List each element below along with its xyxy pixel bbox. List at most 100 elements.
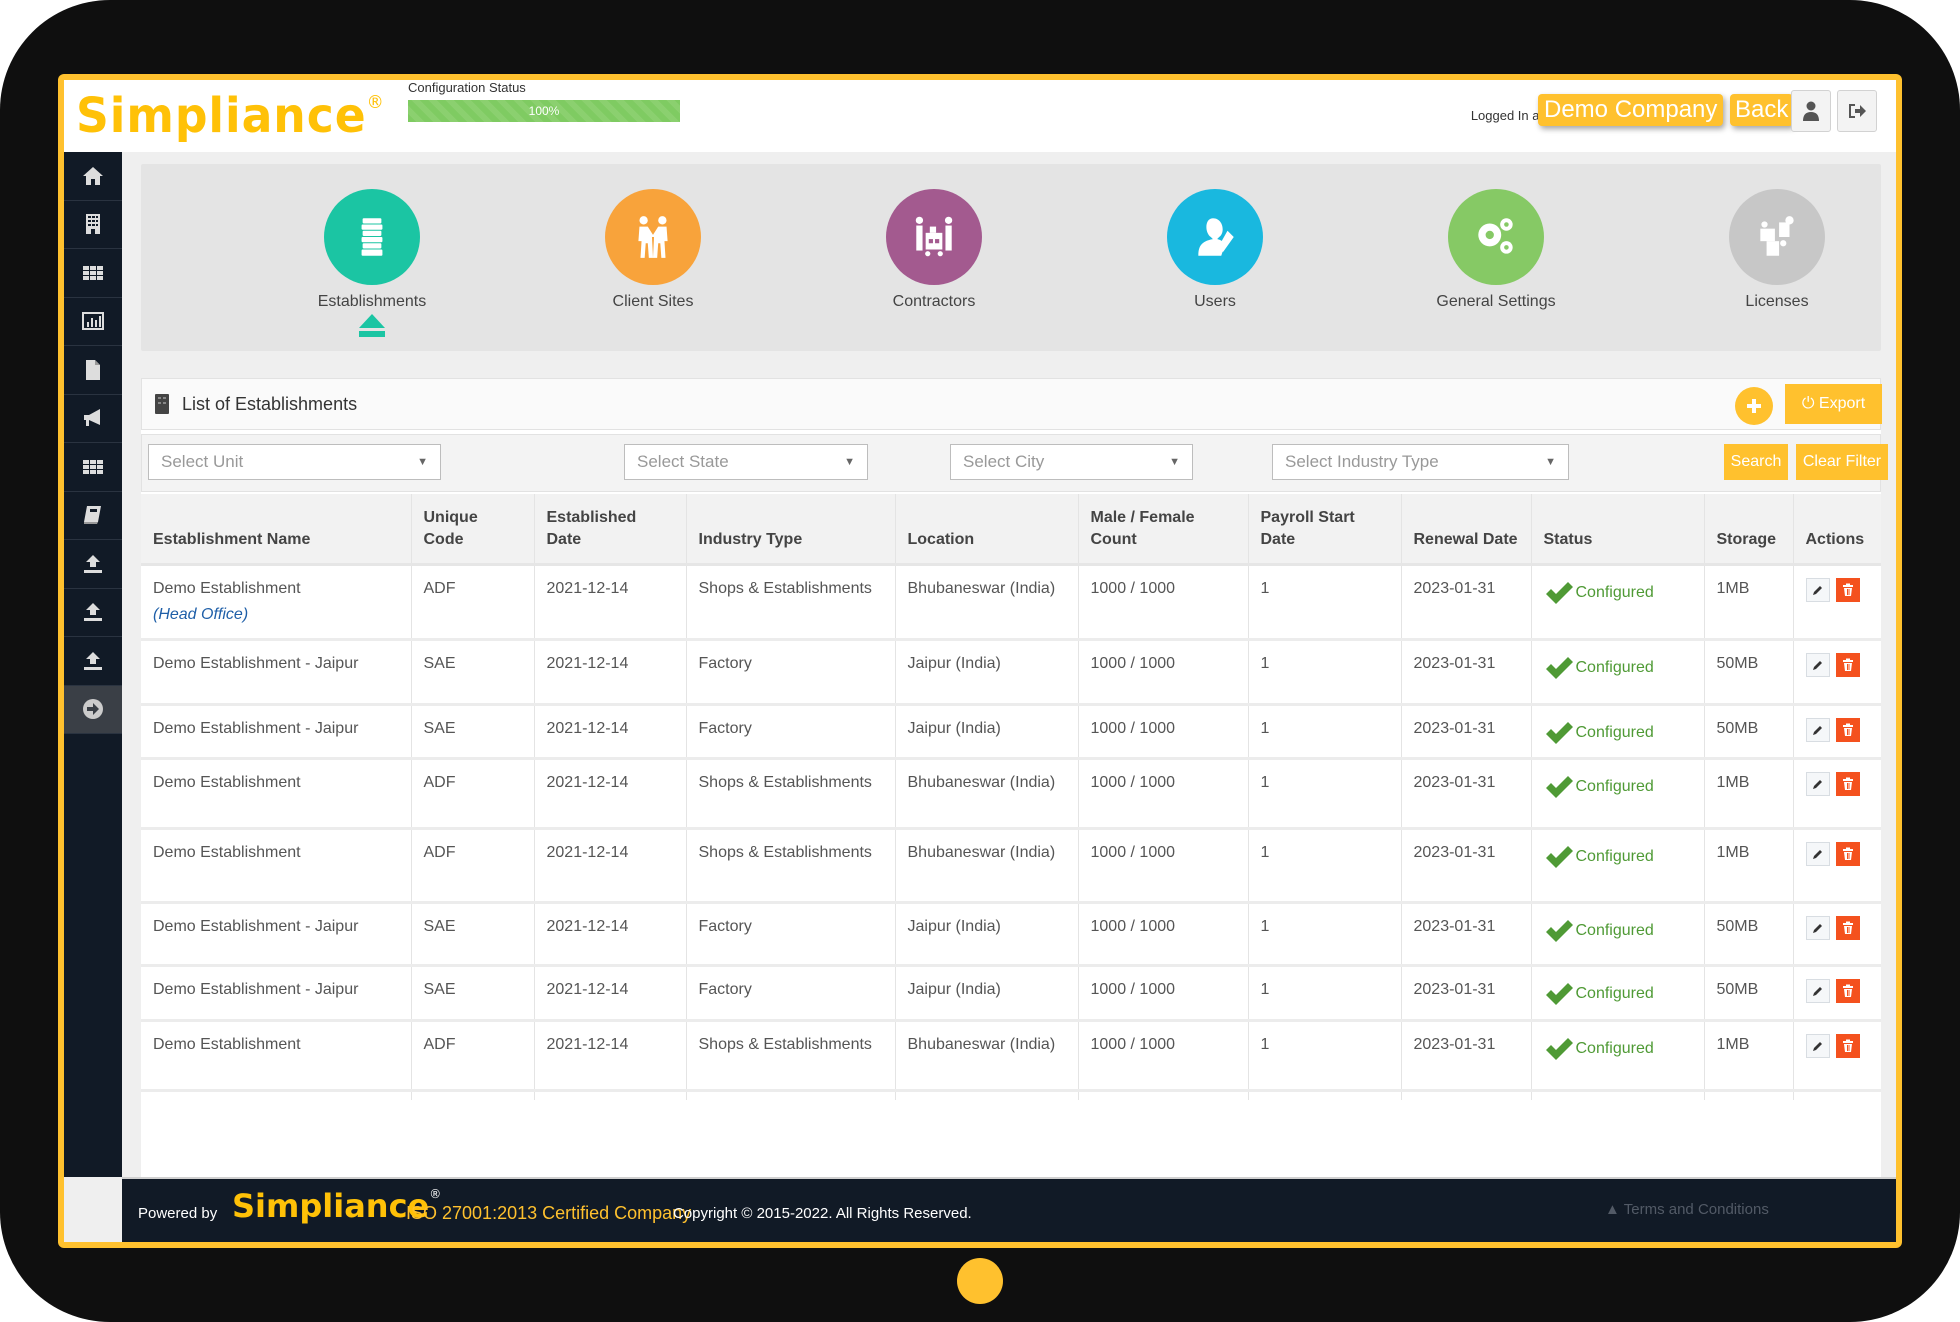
- establishment-name[interactable]: Demo Establishment (Head Office): [141, 564, 411, 641]
- table-row[interactable]: Demo Establishment - Jaipur SAE 2021-12-14…: [141, 902, 1881, 967]
- column-header[interactable]: Status: [1530, 494, 1704, 566]
- logout-button[interactable]: [1837, 90, 1877, 132]
- column-header[interactable]: Established Date: [533, 494, 686, 566]
- module-general-settings[interactable]: General Settings: [1396, 164, 1596, 351]
- column-header[interactable]: Unique Code: [410, 494, 534, 566]
- sidebar-item-4[interactable]: [64, 346, 122, 395]
- back-button[interactable]: Back: [1730, 94, 1794, 126]
- select-industry-type[interactable]: Select Industry Type ▼: [1272, 444, 1569, 480]
- table-row[interactable]: Demo Establishment - Jaipur SAE 2021-12-14…: [141, 965, 1881, 1022]
- delete-button[interactable]: [1835, 841, 1860, 866]
- sidebar-item-6[interactable]: [64, 443, 122, 492]
- sidebar-item-0[interactable]: [64, 152, 122, 201]
- establishment-name-text[interactable]: Demo Establishment: [153, 840, 399, 866]
- table-row[interactable]: Demo Establishment ADF 2021-12-14 Shops & E…: [141, 1020, 1881, 1092]
- company-name-button[interactable]: Demo Company: [1538, 94, 1724, 126]
- module-establishments[interactable]: Establishments: [272, 164, 472, 351]
- storage-text: 1MB: [1716, 579, 1750, 597]
- delete-button[interactable]: [1835, 915, 1860, 940]
- export-button[interactable]: ⏻ Export: [1785, 384, 1882, 424]
- delete-button[interactable]: [1835, 717, 1860, 742]
- establishment-name-text[interactable]: Demo Establishment - Jaipur: [153, 977, 399, 1003]
- list-header: List of Establishments ⏻ Export: [141, 378, 1882, 430]
- male-female-count: 1000 / 1000: [1077, 639, 1248, 706]
- establishment-name[interactable]: Demo Establishment: [141, 828, 411, 904]
- column-header[interactable]: Storage: [1703, 494, 1793, 566]
- column-header[interactable]: Establishment Name: [141, 494, 411, 566]
- column-header[interactable]: Renewal Date: [1400, 494, 1531, 566]
- column-header[interactable]: Location: [894, 494, 1078, 566]
- module-circle: [886, 189, 982, 285]
- edit-button[interactable]: [1805, 771, 1830, 796]
- list-title: List of Establishments: [182, 394, 358, 414]
- terms-link[interactable]: ▲ Terms and Conditions: [1605, 1201, 1769, 1218]
- establishment-name-text[interactable]: Demo Establishment: [153, 576, 399, 602]
- establishment-name-text[interactable]: Demo Establishment: [153, 770, 399, 796]
- select-state[interactable]: Select State ▼: [624, 444, 868, 480]
- column-header[interactable]: Male / Female Count: [1077, 494, 1248, 566]
- location-text: Bhubaneswar (India): [907, 843, 1056, 861]
- establishment-name-text[interactable]: Demo Establishment: [153, 1032, 399, 1058]
- simpliance-logo[interactable]: Simpliance®: [76, 88, 385, 144]
- actions: [1792, 704, 1881, 760]
- column-header[interactable]: Actions: [1792, 494, 1881, 566]
- edit-button[interactable]: [1805, 915, 1830, 940]
- table-row[interactable]: Demo Establishment - Jaipur SAE 2021-12-14…: [141, 704, 1881, 760]
- clear-filter-button[interactable]: Clear Filter: [1796, 444, 1888, 480]
- edit-button[interactable]: [1805, 841, 1830, 866]
- renewal-date: 2023-01-31: [1400, 828, 1531, 904]
- establishment-name[interactable]: Demo Establishment - Jaipur: [141, 965, 411, 1022]
- edit-button[interactable]: [1805, 978, 1830, 1003]
- delete-button[interactable]: [1835, 1033, 1860, 1058]
- module-users[interactable]: Users: [1115, 164, 1315, 351]
- sidebar-item-11[interactable]: [64, 685, 122, 734]
- tablet-home-button[interactable]: [957, 1258, 1003, 1304]
- sidebar-item-7[interactable]: [64, 492, 122, 540]
- establishment-name[interactable]: Demo Establishment: [141, 758, 411, 830]
- delete-button[interactable]: [1835, 652, 1860, 677]
- edit-button[interactable]: [1805, 1033, 1830, 1058]
- sidebar-item-8[interactable]: [64, 540, 122, 589]
- edit-button[interactable]: [1805, 717, 1830, 742]
- delete-button[interactable]: [1835, 978, 1860, 1003]
- module-licenses[interactable]: Licenses: [1677, 164, 1877, 351]
- sidebar-item-2[interactable]: [64, 249, 122, 298]
- establishment-name[interactable]: Demo Establishment - Jaipur: [141, 639, 411, 706]
- industry-type-text: Shops & Establishments: [698, 773, 872, 791]
- establishments-table: Establishment Name Unique Code Established…: [141, 494, 1881, 1100]
- search-button[interactable]: Search: [1724, 444, 1788, 480]
- select-unit[interactable]: Select Unit ▼: [148, 444, 441, 480]
- establishment-name[interactable]: Demo Establishment - Jaipur: [141, 902, 411, 967]
- table-row[interactable]: Demo Establishment (Head Office) ADF 2021-1…: [141, 564, 1881, 641]
- delete-button[interactable]: [1835, 771, 1860, 796]
- establishment-name-text[interactable]: Demo Establishment - Jaipur: [153, 914, 399, 940]
- table-row[interactable]: Demo Establishment ADF 2021-12-14 Shops & E…: [141, 828, 1881, 904]
- sidebar-item-10[interactable]: [64, 637, 122, 686]
- establishment-name[interactable]: Demo Establishment - Jaipur: [141, 704, 411, 760]
- payroll-start-date-text: 1: [1260, 579, 1270, 597]
- status: Configured: [1530, 902, 1704, 967]
- module-label: Licenses: [1745, 293, 1809, 310]
- establishment-name-text[interactable]: Demo Establishment - Jaipur: [153, 716, 399, 742]
- column-header[interactable]: Industry Type: [685, 494, 895, 566]
- table-row[interactable]: Demo Establishment - Jaipur SAE 2021-12-14…: [141, 639, 1881, 706]
- selected-caret-icon: [359, 314, 385, 337]
- sidebar-item-1[interactable]: [64, 201, 122, 249]
- empty-cell: [410, 1090, 534, 1100]
- edit-button[interactable]: [1805, 652, 1830, 677]
- head-office-tag: (Head Office): [153, 605, 249, 623]
- sidebar-item-5[interactable]: [64, 395, 122, 443]
- delete-button[interactable]: [1835, 577, 1860, 602]
- sidebar-item-3[interactable]: [64, 298, 122, 346]
- select-city[interactable]: Select City ▼: [950, 444, 1193, 480]
- establishment-name[interactable]: Demo Establishment: [141, 1020, 411, 1092]
- edit-button[interactable]: [1805, 577, 1830, 602]
- module-client-sites[interactable]: Client Sites: [553, 164, 753, 351]
- column-header[interactable]: Payroll Start Date: [1247, 494, 1401, 566]
- profile-button[interactable]: [1791, 90, 1831, 132]
- sidebar-item-9[interactable]: [64, 589, 122, 637]
- add-establishment-button[interactable]: [1735, 387, 1773, 425]
- module-contractors[interactable]: Contractors: [834, 164, 1034, 351]
- establishment-name-text[interactable]: Demo Establishment - Jaipur: [153, 651, 399, 677]
- table-row[interactable]: Demo Establishment ADF 2021-12-14 Shops & E…: [141, 758, 1881, 830]
